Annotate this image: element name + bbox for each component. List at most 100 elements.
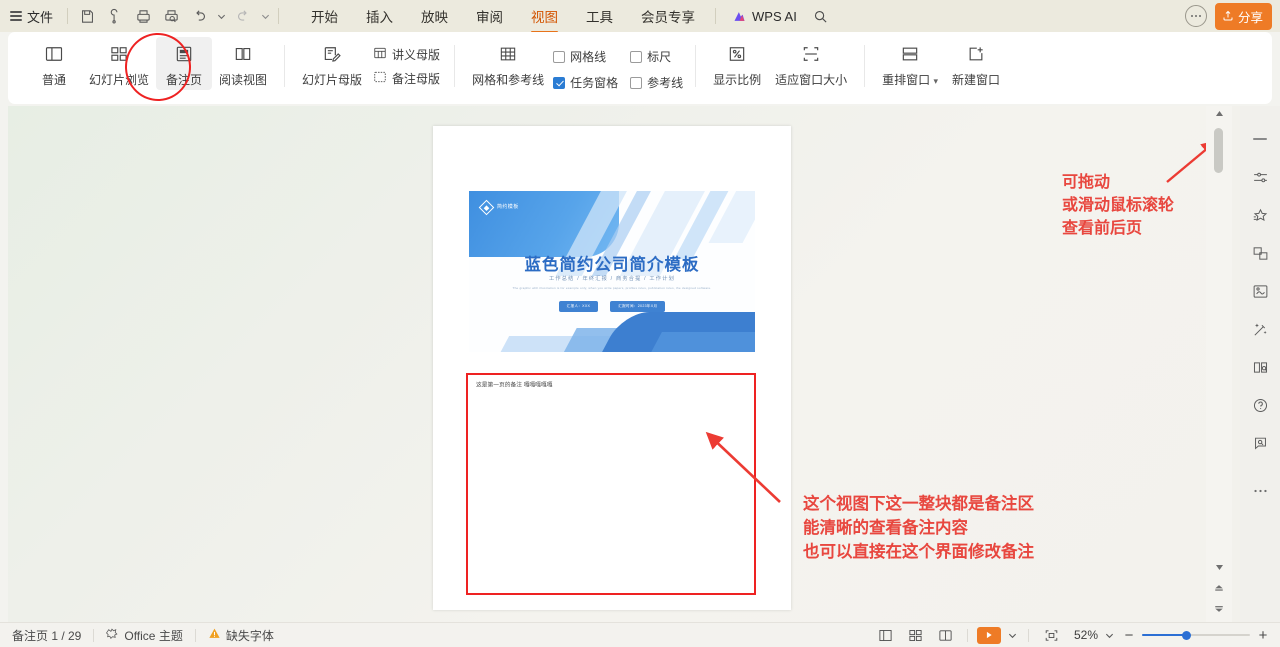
tab-start[interactable]: 开始: [297, 0, 352, 32]
checkbox-gridlines[interactable]: 网格线: [551, 46, 620, 67]
zoom-level-label[interactable]: 52%: [1068, 628, 1098, 642]
star-effects-icon[interactable]: [1244, 196, 1276, 234]
view-reading-button[interactable]: 阅读视图: [212, 37, 274, 90]
checkbox-label: 标尺: [647, 48, 671, 65]
normal-view-icon: [43, 41, 65, 67]
arrange-windows-label-wrap: 重排窗口 ▾: [882, 71, 938, 88]
print-preview-icon[interactable]: [158, 4, 184, 28]
fit-window-button[interactable]: 适应窗口大小: [768, 37, 854, 90]
divider: [284, 45, 285, 87]
collapse-panel-icon[interactable]: [1244, 120, 1276, 158]
divider: [278, 8, 279, 24]
status-right: 52% − +: [872, 625, 1272, 645]
slideshow-dropdown-icon[interactable]: [1005, 631, 1019, 640]
reading-view-button[interactable]: [932, 625, 958, 645]
next-page-icon[interactable]: [1214, 600, 1224, 618]
tab-insert[interactable]: 插入: [352, 0, 407, 32]
design-ideas-icon[interactable]: [1244, 272, 1276, 310]
checkbox-task-pane[interactable]: 任务窗格: [551, 72, 620, 93]
share-button[interactable]: 分享: [1215, 3, 1272, 30]
checkbox-box-checked: [553, 77, 565, 89]
handout-master-label: 讲义母版: [392, 46, 440, 63]
tab-tools[interactable]: 工具: [572, 0, 627, 32]
tab-label: 视图: [531, 10, 558, 25]
more-options-icon[interactable]: [1185, 5, 1207, 27]
menu-bar: 文件: [0, 0, 1280, 32]
view-normal-button[interactable]: 普通: [26, 37, 82, 90]
tab-view[interactable]: 视图: [517, 0, 572, 32]
zoom-in-button[interactable]: +: [1254, 627, 1272, 644]
resource-library-icon[interactable]: [1244, 348, 1276, 386]
redo-icon[interactable]: [230, 4, 256, 28]
grid-and-guides-button[interactable]: 网格和参考线: [465, 37, 551, 90]
tab-member[interactable]: 会员专享: [627, 0, 709, 32]
page-indicator[interactable]: 备注页 1 / 29: [10, 627, 93, 644]
slide-master-button[interactable]: 幻灯片母版: [295, 37, 369, 90]
zoom-dropdown-icon[interactable]: [1102, 631, 1116, 640]
ribbon-group-zoom: 显示比例 适应窗口大小: [706, 37, 854, 99]
undo-dropdown-icon[interactable]: [214, 4, 228, 28]
ribbon-group-views: 普通 幻灯片浏览 备注页 阅读视图: [8, 37, 274, 99]
checkbox-guides[interactable]: 参考线: [628, 72, 685, 93]
start-slideshow-button[interactable]: [977, 627, 1001, 644]
ribbon-toolbar: 普通 幻灯片浏览 备注页 阅读视图: [8, 32, 1272, 104]
zoom-percent-button[interactable]: 显示比例: [706, 37, 768, 90]
print-icon[interactable]: [130, 4, 156, 28]
arrange-windows-icon: [899, 41, 921, 67]
notes-master-icon: [373, 70, 387, 87]
help-icon[interactable]: [1244, 386, 1276, 424]
chevron-down-icon[interactable]: ▾: [934, 76, 939, 86]
ribbon-group-window: 重排窗口 ▾ 新建窗口: [875, 37, 1007, 99]
scroll-up-arrow-icon[interactable]: [1206, 106, 1232, 120]
scrollbar-track[interactable]: [1206, 120, 1232, 576]
view-notes-page-button[interactable]: 备注页: [156, 37, 212, 90]
fit-to-window-button[interactable]: [1038, 625, 1064, 645]
arrange-windows-button[interactable]: 重排窗口 ▾: [875, 37, 945, 90]
file-menu-button[interactable]: 文件: [0, 7, 61, 26]
slide-thumbnail[interactable]: 简约模板 蓝色简约公司简介模板 工作总结 / 年终汇报 / 商务合提 / 工作计…: [469, 191, 755, 352]
checkbox-ruler[interactable]: 标尺: [628, 46, 685, 67]
font-warning-button[interactable]: 缺失字体: [196, 627, 286, 644]
wps-ai-button[interactable]: WPS AI: [732, 9, 797, 24]
slide-sorter-button[interactable]: [902, 625, 928, 645]
view-slide-sorter-button[interactable]: 幻灯片浏览: [82, 37, 156, 90]
search-icon[interactable]: [809, 4, 833, 28]
more-tools-icon[interactable]: [1244, 472, 1276, 510]
shape-copy-icon[interactable]: [1244, 234, 1276, 272]
hamburger-icon: [10, 9, 22, 24]
settings-sliders-icon[interactable]: [1244, 158, 1276, 196]
annotation-arrow-to-notes: [700, 428, 790, 508]
divider: [1028, 629, 1029, 642]
zoom-percent-label: 显示比例: [713, 71, 761, 88]
notes-page-sheet[interactable]: 简约模板 蓝色简约公司简介模板 工作总结 / 年终汇报 / 商务合提 / 工作计…: [433, 126, 791, 610]
vertical-scrollbar[interactable]: [1206, 106, 1232, 622]
tab-label: 会员专享: [641, 10, 695, 25]
master-small-buttons: 讲义母版 备注母版: [369, 37, 444, 89]
normal-view-button[interactable]: [872, 625, 898, 645]
previous-page-icon[interactable]: [1214, 579, 1224, 597]
slide-master-icon: [321, 41, 343, 67]
zoom-out-button[interactable]: −: [1120, 627, 1138, 644]
zoom-slider-fill: [1142, 634, 1186, 636]
theme-icon: [106, 627, 119, 643]
checkbox-label: 任务窗格: [570, 74, 618, 91]
divider: [864, 45, 865, 87]
theme-button[interactable]: Office 主题: [94, 627, 194, 644]
scrollbar-thumb[interactable]: [1214, 128, 1223, 173]
scroll-down-arrow-icon[interactable]: [1215, 558, 1224, 576]
zoom-slider-knob[interactable]: [1182, 631, 1191, 640]
redo-dropdown-icon[interactable]: [258, 4, 272, 28]
new-window-button[interactable]: 新建窗口: [945, 37, 1007, 90]
zoom-slider[interactable]: [1142, 628, 1250, 642]
handout-master-button[interactable]: 讲义母版: [369, 44, 444, 65]
tab-slideshow[interactable]: 放映: [407, 0, 462, 32]
view-notes-page-label: 备注页: [166, 71, 202, 88]
cloud-sync-icon[interactable]: [102, 4, 128, 28]
magic-wand-icon[interactable]: [1244, 310, 1276, 348]
save-icon[interactable]: [74, 4, 100, 28]
notes-text[interactable]: 这是第一页的备注 嘎嘎嘎嘎嘎: [468, 375, 756, 396]
tab-review[interactable]: 审阅: [462, 0, 517, 32]
notes-master-button[interactable]: 备注母版: [369, 68, 444, 89]
feedback-icon[interactable]: [1244, 424, 1276, 462]
undo-icon[interactable]: [186, 4, 212, 28]
